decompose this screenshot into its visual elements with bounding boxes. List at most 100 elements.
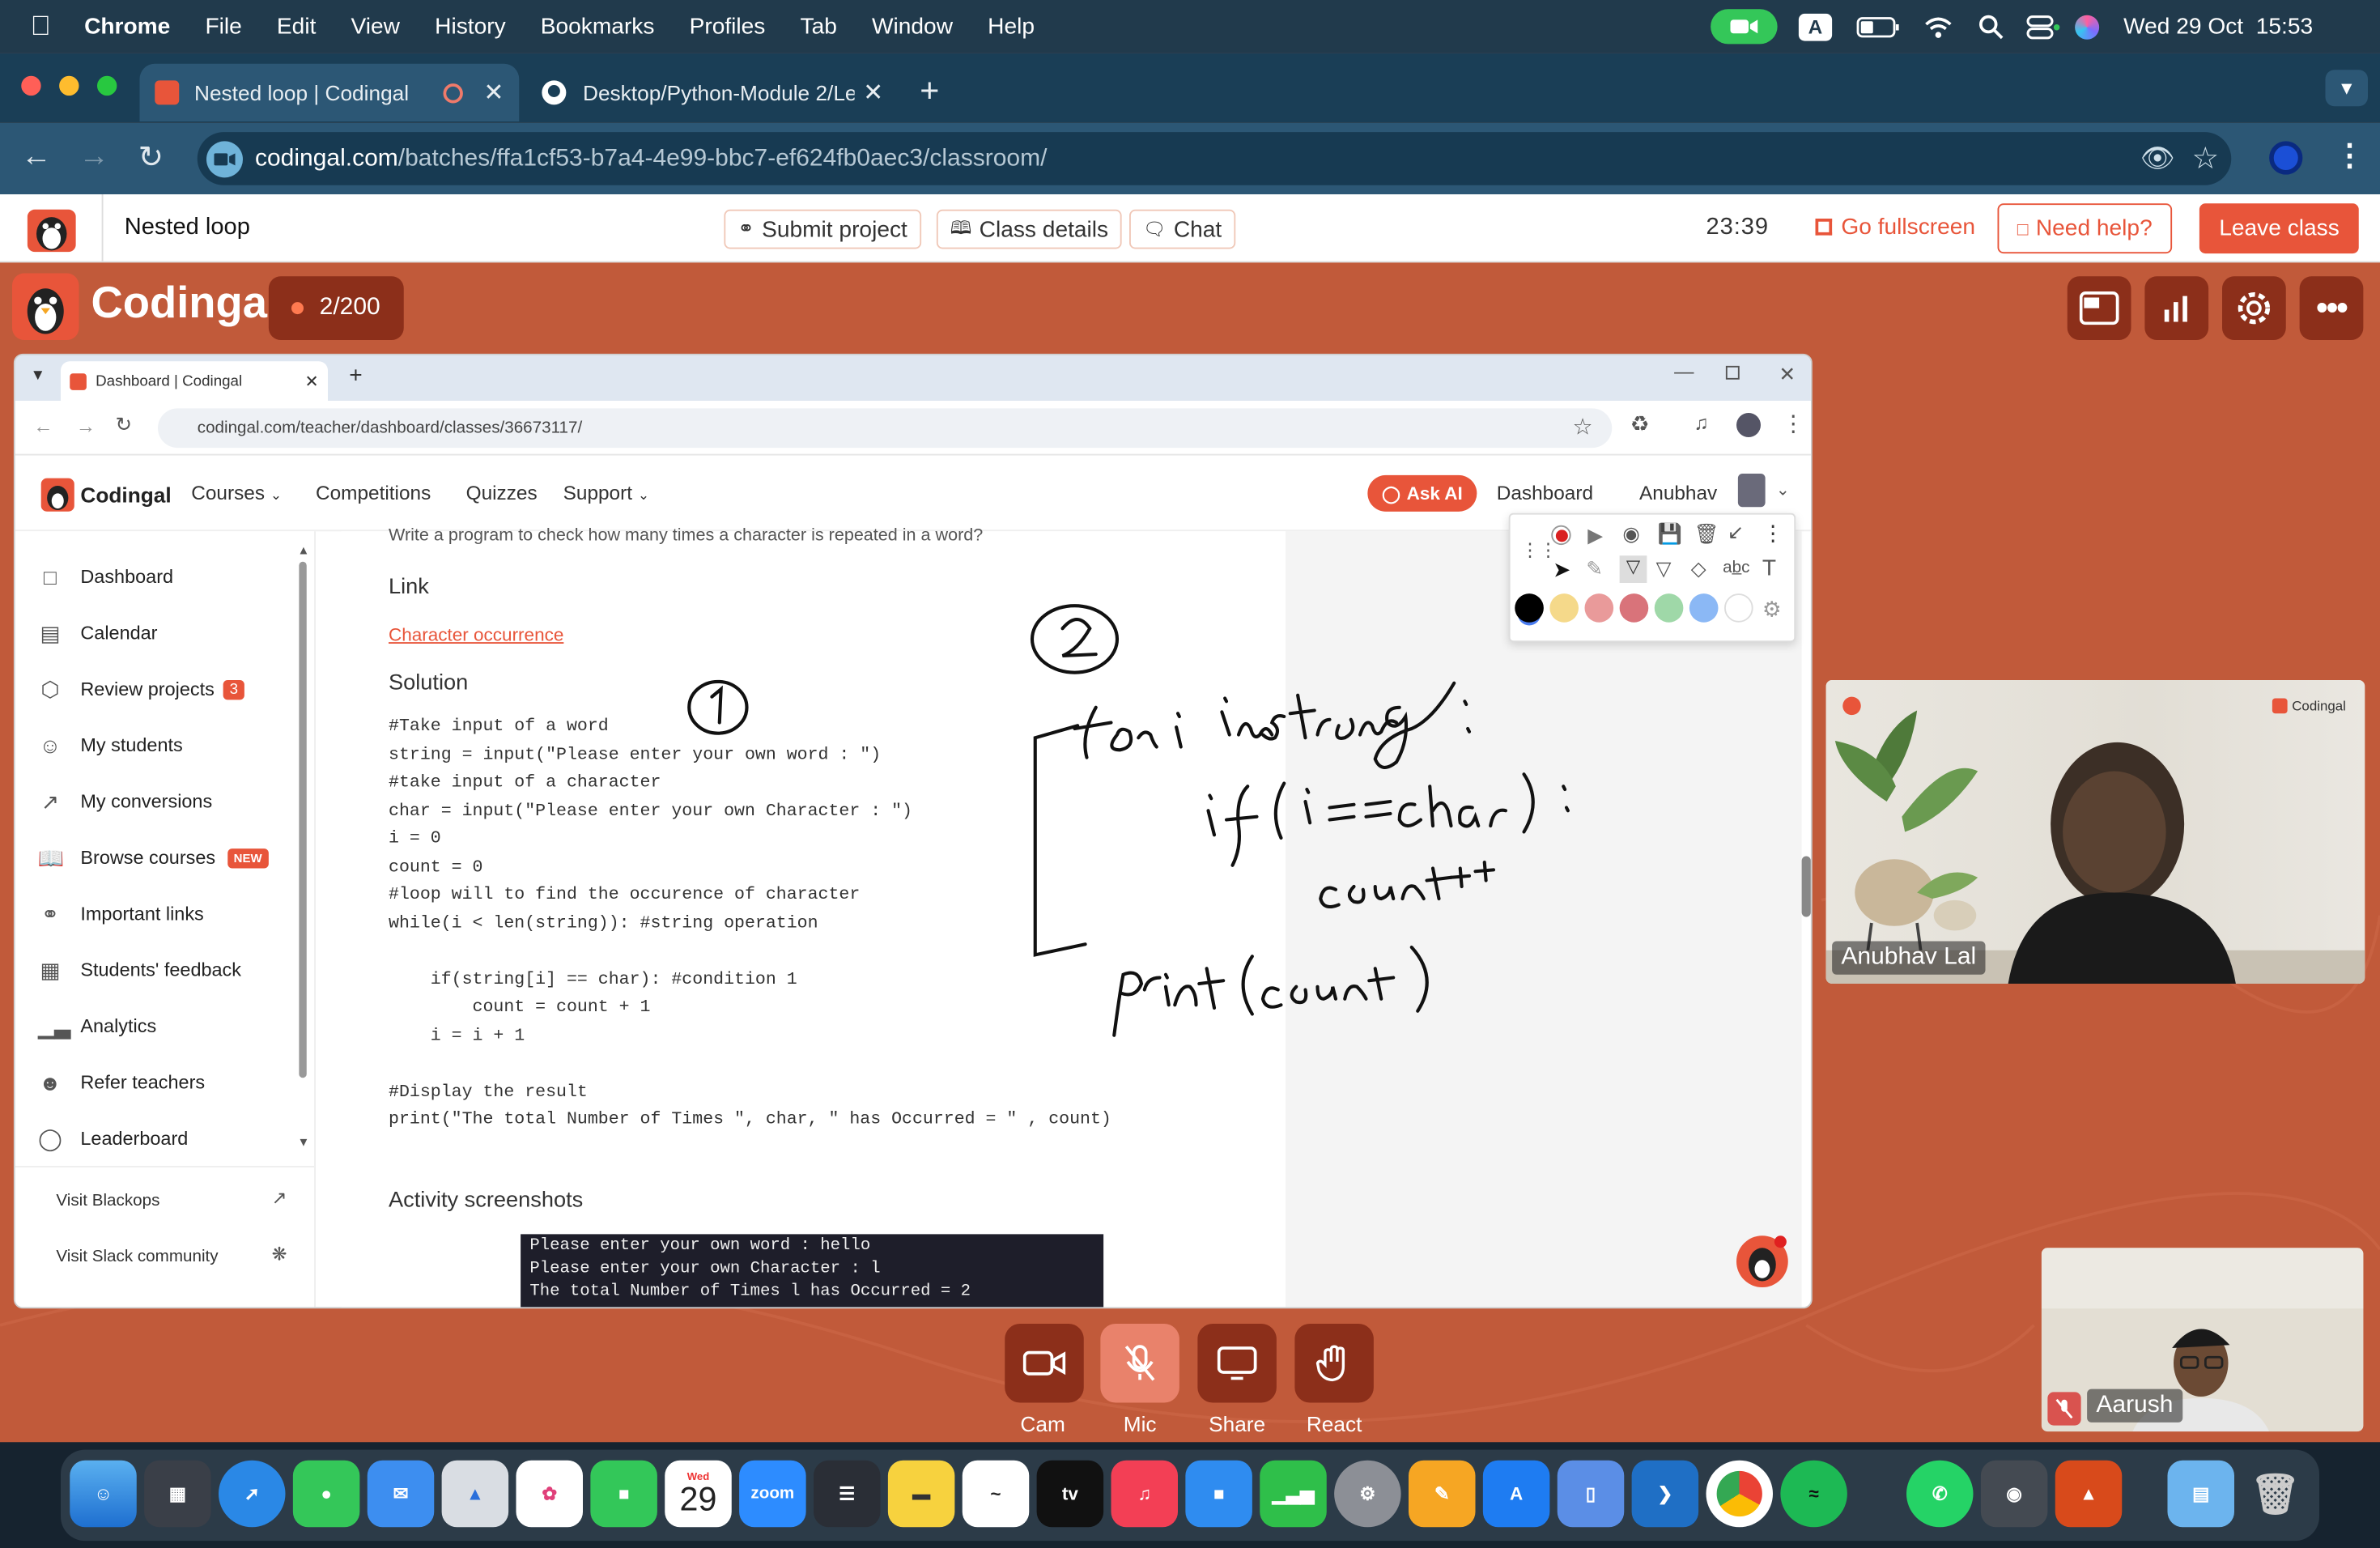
nav-quizzes[interactable]: Quizzes [466, 481, 538, 504]
chevron-down-icon[interactable]: ⌄ [1776, 480, 1790, 500]
pages-icon[interactable]: ✎ [1409, 1460, 1476, 1528]
minimize-window-button[interactable] [59, 75, 79, 96]
tab-search-button[interactable]: ▼ [2325, 70, 2368, 107]
profile-avatar[interactable] [1736, 413, 1761, 437]
extensions-icon[interactable]: ♻ [1630, 411, 1650, 437]
chrome-menu-icon[interactable]: ⋮ [2335, 137, 2365, 175]
calendar-icon[interactable]: Wed 29 [665, 1460, 732, 1528]
control-center-icon[interactable] [2026, 13, 2060, 40]
scroll-up-icon[interactable]: ▲ [298, 543, 310, 557]
sidebar-item-my-conversions[interactable]: ↗ My conversions [38, 785, 212, 818]
shared-address-bar[interactable]: codingal.com/teacher/dashboard/classes/3… [158, 408, 1613, 449]
safari-icon[interactable]: ➚ [219, 1460, 286, 1528]
minimize-icon[interactable]: — [1674, 359, 1694, 382]
sidebar-item-browse-courses[interactable]: 📖 Browse courses NEW [38, 841, 269, 874]
menu-edit[interactable]: Edit [277, 14, 316, 40]
menu-window[interactable]: Window [872, 14, 953, 40]
go-fullscreen-button[interactable]: Go fullscreen [1815, 214, 1975, 240]
scroll-down-icon[interactable]: ▼ [298, 1136, 310, 1150]
profile-avatar[interactable] [2269, 141, 2303, 175]
drag-handle-icon[interactable]: ⋮⋮ [1521, 539, 1558, 560]
more-vertical-icon[interactable]: ⋮ [1762, 521, 1783, 546]
forward-icon[interactable]: → [79, 140, 110, 175]
numbers-icon[interactable]: ▁▃▅ [1260, 1460, 1327, 1528]
finder-icon[interactable]: ☺ [70, 1460, 137, 1528]
spotlight-search-icon[interactable] [1978, 13, 2005, 40]
menu-help[interactable]: Help [988, 14, 1035, 40]
color-swatch[interactable] [1584, 593, 1614, 623]
cam-button[interactable] [1005, 1324, 1084, 1403]
stats-button[interactable] [2144, 276, 2209, 340]
nav-user-name[interactable]: Anubhav [1639, 481, 1717, 504]
vscode-icon[interactable]: ❯ [1631, 1460, 1699, 1528]
menu-app-name[interactable]: Chrome [84, 14, 170, 40]
presentation-icon[interactable]: ▶ [1587, 524, 1603, 548]
mic-button[interactable] [1100, 1324, 1179, 1403]
nav-support[interactable]: Support ⌄ [563, 481, 649, 504]
restore-icon[interactable] [1725, 365, 1740, 380]
forward-icon[interactable]: → [76, 415, 96, 437]
close-tab-icon[interactable]: ✕ [483, 78, 504, 108]
react-button[interactable] [1294, 1324, 1374, 1403]
app-store-icon[interactable]: A [1482, 1460, 1550, 1528]
address-bar[interactable]: codingal.com/batches/ffa1cf53-b7a4-4e99-… [197, 132, 2232, 185]
sidebar-item-my-students[interactable]: ☺ My students [38, 729, 182, 762]
sidebar-item-leaderboard[interactable]: ◯ Leaderboard [38, 1122, 188, 1155]
record-icon[interactable] [1551, 525, 1571, 546]
visit-blackops-link[interactable]: Visit Blackops [56, 1192, 159, 1210]
external-link-icon[interactable]: ↗ [272, 1187, 287, 1208]
menu-tab[interactable]: Tab [801, 14, 837, 40]
menu-icon[interactable]: ⋮ [1782, 410, 1804, 437]
slack-icon[interactable]: ❋ [272, 1244, 287, 1265]
picture-in-picture-button[interactable] [2067, 276, 2131, 340]
text-icon[interactable]: T [1762, 555, 1776, 581]
need-help-button[interactable]: □ Need help? [1997, 203, 2173, 254]
input-source-icon[interactable]: A [1798, 12, 1833, 40]
teacher-video-tile[interactable]: Codingal Anubhav Lal [1825, 680, 2365, 984]
class-details-button[interactable]: 🕮 Class details [936, 209, 1123, 249]
color-swatch[interactable] [1549, 593, 1579, 623]
apple-icon[interactable]:  [31, 11, 51, 42]
tab-nested-loop[interactable]: Nested loop | Codingal ✕ [139, 63, 520, 121]
user-avatar[interactable] [1737, 474, 1766, 508]
sidebar-scrollbar[interactable] [299, 561, 307, 1078]
nav-dashboard[interactable]: Dashboard [1497, 481, 1593, 504]
siri-icon[interactable] [2075, 14, 2100, 39]
chrome-icon[interactable] [1706, 1460, 1773, 1528]
music-icon[interactable]: ♫ [1111, 1460, 1178, 1528]
nav-courses[interactable]: Courses ⌄ [191, 481, 282, 504]
shared-tab-dashboard[interactable]: Dashboard | Codingal ✕ [61, 361, 328, 401]
speaker-app-icon[interactable]: ◉ [1980, 1460, 2048, 1528]
camera-permission-icon[interactable] [206, 141, 243, 178]
maps-icon[interactable]: ▲ [441, 1460, 509, 1528]
close-tab-icon[interactable]: ✕ [863, 78, 883, 108]
submit-project-button[interactable]: ⚭ Submit project [724, 209, 921, 249]
trash-icon[interactable]: 🗑 [1694, 522, 1719, 546]
eraser-icon[interactable]: ◇ [1691, 557, 1706, 581]
tab-github[interactable]: Desktop/Python-Module 2/Le ✕ [525, 64, 899, 121]
mail-icon[interactable]: ✉ [367, 1460, 435, 1528]
save-icon[interactable]: 💾 [1658, 522, 1682, 546]
wifi-icon[interactable] [1923, 15, 1954, 39]
nav-competitions[interactable]: Competitions [316, 481, 431, 504]
sidebar-item-important-links[interactable]: ⚭ Important links [38, 897, 204, 930]
spotify-icon[interactable]: ≈ [1780, 1460, 1847, 1528]
zoom-window-button[interactable] [97, 75, 117, 96]
close-window-icon[interactable]: ✕ [1779, 363, 1796, 387]
close-tab-icon[interactable]: ✕ [304, 371, 318, 391]
sidebar-item-students-feedback[interactable]: ▦ Students' feedback [38, 954, 241, 987]
back-icon[interactable]: ← [21, 140, 52, 175]
color-swatch[interactable] [1654, 593, 1684, 623]
menu-profiles[interactable]: Profiles [690, 14, 766, 40]
apple-tv-icon[interactable]: tv [1036, 1460, 1104, 1528]
character-occurrence-link[interactable]: Character occurrence [389, 624, 563, 645]
messages-icon[interactable]: ● [292, 1460, 360, 1528]
zoom-icon[interactable]: zoom [739, 1460, 806, 1528]
chat-button[interactable]: 🗨 Chat [1129, 209, 1236, 249]
reload-icon[interactable]: ↻ [138, 138, 164, 176]
simulator-icon[interactable]: ▯ [1557, 1460, 1625, 1528]
menu-history[interactable]: History [435, 14, 506, 40]
color-settings-icon[interactable]: ⚙ [1762, 597, 1782, 623]
tab-list-icon[interactable]: ▼ [31, 368, 46, 385]
visit-slack-link[interactable]: Visit Slack community [56, 1248, 218, 1266]
